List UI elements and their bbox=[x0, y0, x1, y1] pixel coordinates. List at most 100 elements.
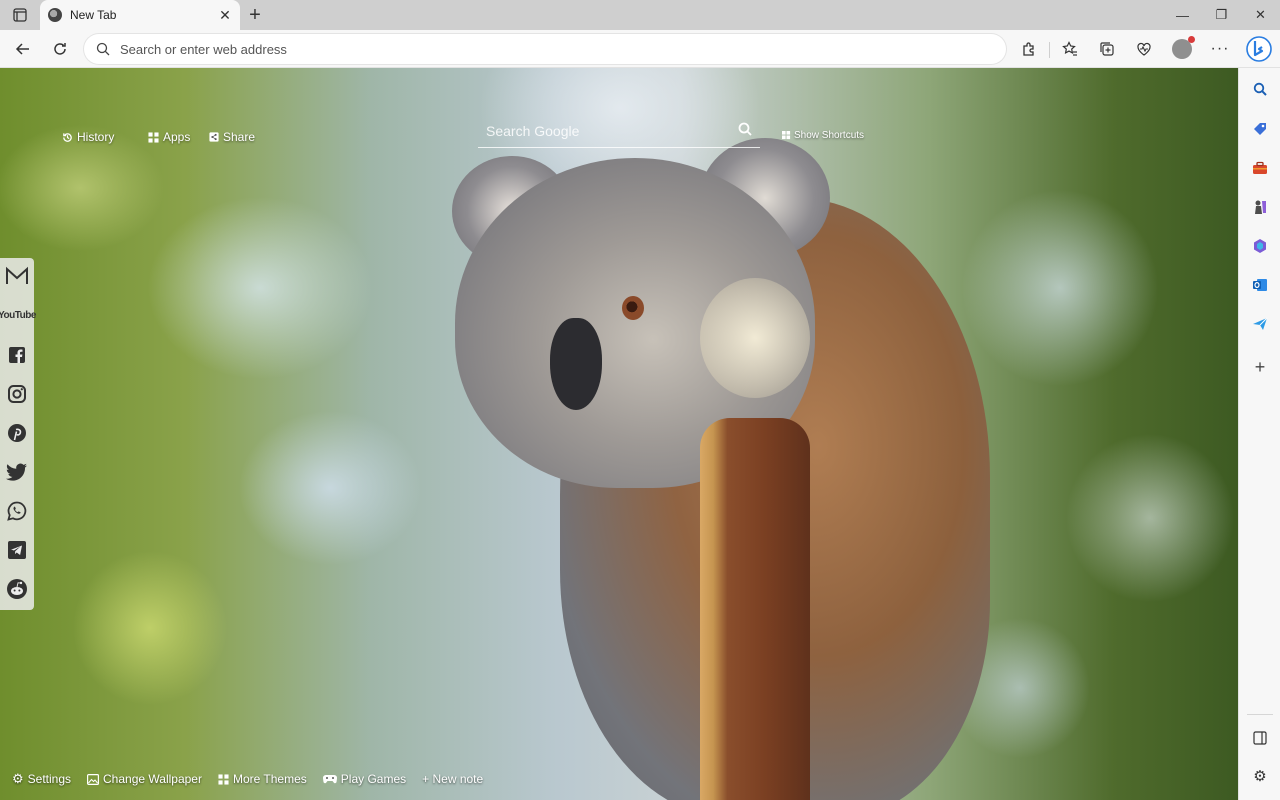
more-dots-icon: ··· bbox=[1210, 40, 1230, 57]
toolbar-divider bbox=[1049, 42, 1050, 58]
history-label: History bbox=[77, 130, 115, 144]
refresh-button[interactable] bbox=[46, 35, 74, 63]
change-wallpaper-link[interactable]: Change Wallpaper bbox=[87, 772, 202, 786]
outlook-icon bbox=[1253, 279, 1267, 291]
play-games-link[interactable]: Play Games bbox=[322, 772, 407, 786]
koala-eye bbox=[622, 296, 644, 320]
new-tab-button[interactable]: + bbox=[244, 4, 266, 26]
sidebar-divider bbox=[1247, 714, 1273, 715]
sidebar-add-button[interactable]: + bbox=[1249, 356, 1271, 378]
share-label: Share bbox=[223, 130, 256, 144]
send-plane-icon bbox=[1253, 317, 1268, 330]
facebook-icon[interactable] bbox=[4, 342, 30, 368]
sidebar-hide-button[interactable] bbox=[1249, 727, 1271, 749]
star-list-icon bbox=[1062, 41, 1077, 56]
panel-icon bbox=[1253, 731, 1267, 745]
settings-label: Settings bbox=[27, 772, 72, 786]
share-icon bbox=[209, 132, 219, 142]
history-link[interactable]: History bbox=[62, 130, 114, 144]
refresh-icon bbox=[54, 43, 66, 55]
gmail-icon[interactable] bbox=[4, 263, 30, 289]
sidebar-tools-button[interactable] bbox=[1249, 157, 1271, 179]
new-note-label: + New note bbox=[422, 772, 484, 786]
sidebar-m365-button[interactable] bbox=[1249, 235, 1271, 257]
share-link[interactable]: Share bbox=[209, 130, 255, 144]
tab-favicon-icon bbox=[48, 8, 62, 22]
back-button[interactable] bbox=[9, 35, 37, 63]
address-bar[interactable] bbox=[84, 34, 1006, 64]
toolbox-icon bbox=[1253, 161, 1267, 174]
sidebar-shopping-button[interactable] bbox=[1249, 118, 1271, 140]
twitter-icon[interactable] bbox=[4, 459, 30, 485]
pinterest-icon[interactable] bbox=[4, 420, 30, 446]
chess-piece-icon bbox=[1255, 200, 1266, 214]
collections-icon bbox=[1100, 42, 1114, 56]
browser-essentials-button[interactable] bbox=[1130, 35, 1158, 63]
change-wallpaper-label: Change Wallpaper bbox=[103, 772, 202, 786]
sidebar-settings-button[interactable]: ⚙ bbox=[1249, 765, 1271, 787]
koala-nose bbox=[550, 318, 602, 410]
apps-grid-icon bbox=[148, 131, 159, 143]
microsoft365-icon bbox=[1254, 239, 1266, 253]
tab-actions-icon bbox=[13, 8, 27, 22]
heart-pulse-icon bbox=[1137, 42, 1151, 56]
tree-branch bbox=[700, 418, 810, 800]
show-shortcuts-label: Show Shortcuts bbox=[794, 130, 865, 141]
avatar bbox=[1172, 36, 1195, 59]
telegram-icon[interactable] bbox=[4, 537, 30, 563]
collections-button[interactable] bbox=[1093, 35, 1121, 63]
search-icon bbox=[1253, 82, 1267, 96]
bing-logo-icon bbox=[1246, 36, 1272, 62]
apps-link[interactable]: Apps bbox=[148, 130, 190, 144]
close-tab-icon[interactable]: ✕ bbox=[216, 6, 234, 24]
title-bar: New Tab ✕ + — ❐ ✕ bbox=[0, 0, 1280, 30]
close-window-button[interactable]: ✕ bbox=[1241, 0, 1280, 30]
gamepad-icon bbox=[322, 774, 337, 784]
plus-icon: + bbox=[1254, 356, 1266, 377]
settings-link[interactable]: ⚙ Settings bbox=[12, 771, 71, 787]
whatsapp-icon[interactable] bbox=[4, 498, 30, 524]
gear-icon: ⚙ bbox=[12, 771, 24, 786]
show-shortcuts-button[interactable]: Show Shortcuts bbox=[782, 130, 864, 141]
shopping-tag-icon bbox=[1254, 123, 1266, 135]
image-icon bbox=[87, 773, 100, 785]
grid-icon bbox=[218, 773, 229, 785]
sidebar-drop-button[interactable] bbox=[1249, 313, 1271, 335]
address-input[interactable] bbox=[120, 41, 920, 57]
new-tab-page: History Apps Share Show Shortcuts YouTub… bbox=[0, 68, 1238, 800]
window-controls: — ❐ ✕ bbox=[1163, 0, 1280, 30]
play-games-label: Play Games bbox=[340, 772, 407, 786]
koala-chest bbox=[700, 278, 810, 398]
more-themes-label: More Themes bbox=[232, 772, 307, 786]
extensions-button[interactable] bbox=[1015, 35, 1043, 63]
tab-actions-button[interactable] bbox=[8, 5, 32, 25]
settings-more-button[interactable]: ··· bbox=[1206, 35, 1234, 63]
sidebar-search-button[interactable] bbox=[1249, 78, 1271, 100]
more-themes-link[interactable]: More Themes bbox=[218, 772, 307, 786]
apps-label: Apps bbox=[163, 130, 191, 144]
shortcuts-grid-icon bbox=[782, 131, 791, 140]
restore-button[interactable]: ❐ bbox=[1202, 0, 1241, 30]
edge-sidebar: + ⚙ bbox=[1238, 68, 1280, 800]
google-search-box[interactable] bbox=[478, 114, 760, 148]
profile-button[interactable] bbox=[1168, 35, 1196, 63]
search-icon bbox=[96, 42, 110, 56]
instagram-icon[interactable] bbox=[4, 381, 30, 407]
google-search-input[interactable] bbox=[478, 122, 728, 139]
minimize-button[interactable]: — bbox=[1163, 0, 1202, 30]
sidebar-games-button[interactable] bbox=[1249, 196, 1271, 218]
tab-title: New Tab bbox=[70, 8, 117, 22]
reddit-icon[interactable] bbox=[4, 576, 30, 602]
bottom-toolbar: ⚙ Settings Change Wallpaper More Themes … bbox=[12, 771, 499, 787]
history-icon bbox=[63, 132, 72, 142]
back-arrow-icon bbox=[15, 43, 29, 55]
search-icon[interactable] bbox=[738, 122, 752, 136]
new-note-link[interactable]: + New note bbox=[422, 772, 483, 786]
tab-new-tab[interactable]: New Tab ✕ bbox=[40, 0, 240, 30]
favorites-button[interactable] bbox=[1056, 35, 1084, 63]
copilot-button[interactable] bbox=[1244, 33, 1274, 65]
social-sidebar: YouTube bbox=[0, 258, 36, 610]
sidebar-outlook-button[interactable] bbox=[1249, 274, 1271, 296]
browser-toolbar: ··· bbox=[0, 30, 1280, 68]
youtube-icon[interactable]: YouTube bbox=[0, 302, 36, 328]
